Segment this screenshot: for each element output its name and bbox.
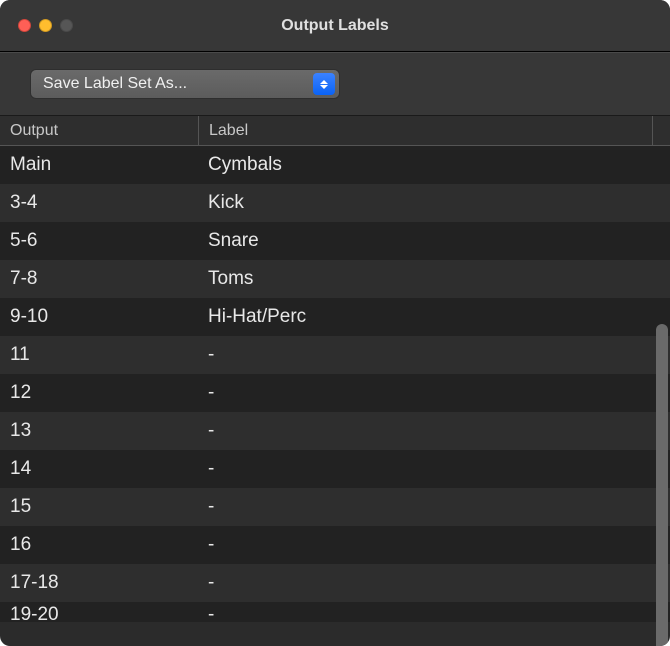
table-row[interactable]: 11 -	[0, 336, 670, 374]
column-header-end	[652, 116, 670, 145]
window-title: Output Labels	[0, 17, 670, 35]
cell-label[interactable]: -	[198, 458, 670, 480]
cell-label[interactable]: -	[198, 420, 670, 442]
titlebar: Output Labels	[0, 0, 670, 52]
table-row[interactable]: 7-8 Toms	[0, 260, 670, 298]
cell-output: 16	[0, 534, 198, 556]
cell-label[interactable]: -	[198, 572, 670, 594]
label-set-dropdown[interactable]: Save Label Set As...	[30, 69, 340, 99]
cell-output: 17-18	[0, 572, 198, 594]
table-row[interactable]: 14 -	[0, 450, 670, 488]
cell-label[interactable]: Cymbals	[198, 154, 670, 176]
chevron-up-icon	[320, 80, 328, 84]
chevron-down-icon	[320, 85, 328, 89]
table-row[interactable]: 5-6 Snare	[0, 222, 670, 260]
cell-label[interactable]: -	[198, 382, 670, 404]
toolbar: Save Label Set As...	[0, 53, 670, 116]
cell-label[interactable]: -	[198, 534, 670, 556]
cell-label[interactable]: Hi-Hat/Perc	[198, 306, 670, 328]
table-row[interactable]: 19-20 -	[0, 602, 670, 622]
cell-label[interactable]: Kick	[198, 192, 670, 214]
output-labels-window: Output Labels Save Label Set As... Outpu…	[0, 0, 670, 646]
cell-output: 3-4	[0, 192, 198, 214]
table-row[interactable]: 13 -	[0, 412, 670, 450]
cell-output: 12	[0, 382, 198, 404]
table-row[interactable]: 9-10 Hi-Hat/Perc	[0, 298, 670, 336]
traffic-lights	[0, 19, 73, 32]
cell-output: 13	[0, 420, 198, 442]
table-row[interactable]: 12 -	[0, 374, 670, 412]
cell-label[interactable]: -	[198, 344, 670, 366]
cell-label[interactable]: -	[198, 604, 670, 622]
cell-output: 14	[0, 458, 198, 480]
cell-output: 9-10	[0, 306, 198, 328]
cell-output: 7-8	[0, 268, 198, 290]
cell-output: Main	[0, 154, 198, 176]
table-row[interactable]: 17-18 -	[0, 564, 670, 602]
dropdown-button-icon	[313, 73, 335, 95]
dropdown-label: Save Label Set As...	[43, 75, 313, 93]
column-header-output[interactable]: Output	[0, 122, 198, 140]
cell-label[interactable]: Toms	[198, 268, 670, 290]
minimize-button[interactable]	[39, 19, 52, 32]
table-header: Output Label	[0, 116, 670, 146]
scrollbar[interactable]	[656, 324, 668, 646]
table-row[interactable]: 15 -	[0, 488, 670, 526]
column-header-label[interactable]: Label	[198, 116, 652, 145]
maximize-button[interactable]	[60, 19, 73, 32]
cell-output: 11	[0, 344, 198, 366]
cell-output: 5-6	[0, 230, 198, 252]
table-row[interactable]: 3-4 Kick	[0, 184, 670, 222]
table-row[interactable]: 16 -	[0, 526, 670, 564]
close-button[interactable]	[18, 19, 31, 32]
table-body: Main Cymbals 3-4 Kick 5-6 Snare 7-8 Toms…	[0, 146, 670, 646]
cell-label[interactable]: -	[198, 496, 670, 518]
cell-output: 19-20	[0, 604, 198, 622]
cell-label[interactable]: Snare	[198, 230, 670, 252]
table-row[interactable]: Main Cymbals	[0, 146, 670, 184]
cell-output: 15	[0, 496, 198, 518]
